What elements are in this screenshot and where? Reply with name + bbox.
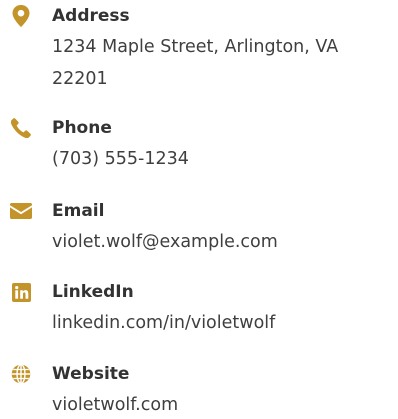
linkedin-value: linkedin.com/in/violetwolf	[52, 313, 276, 333]
contact-info-list: Address 1234 Maple Street, Arlington, VA…	[0, 0, 398, 419]
phone-icon	[10, 117, 32, 139]
contact-label: Email	[52, 201, 105, 221]
email-value: violet.wolf@example.com	[52, 232, 278, 252]
contact-label: Address	[52, 6, 130, 26]
contact-label: Website	[52, 364, 130, 384]
globe-icon	[10, 363, 32, 385]
contact-label: Phone	[52, 118, 112, 138]
linkedin-icon	[10, 281, 32, 303]
contact-label: LinkedIn	[52, 282, 134, 302]
address-value: 1234 Maple Street, Arlington, VA 22201	[52, 37, 339, 89]
website-value: violetwolf.com	[52, 395, 179, 415]
phone-value: (703) 555-1234	[52, 149, 189, 169]
envelope-icon	[10, 200, 32, 222]
map-pin-icon	[10, 5, 32, 27]
